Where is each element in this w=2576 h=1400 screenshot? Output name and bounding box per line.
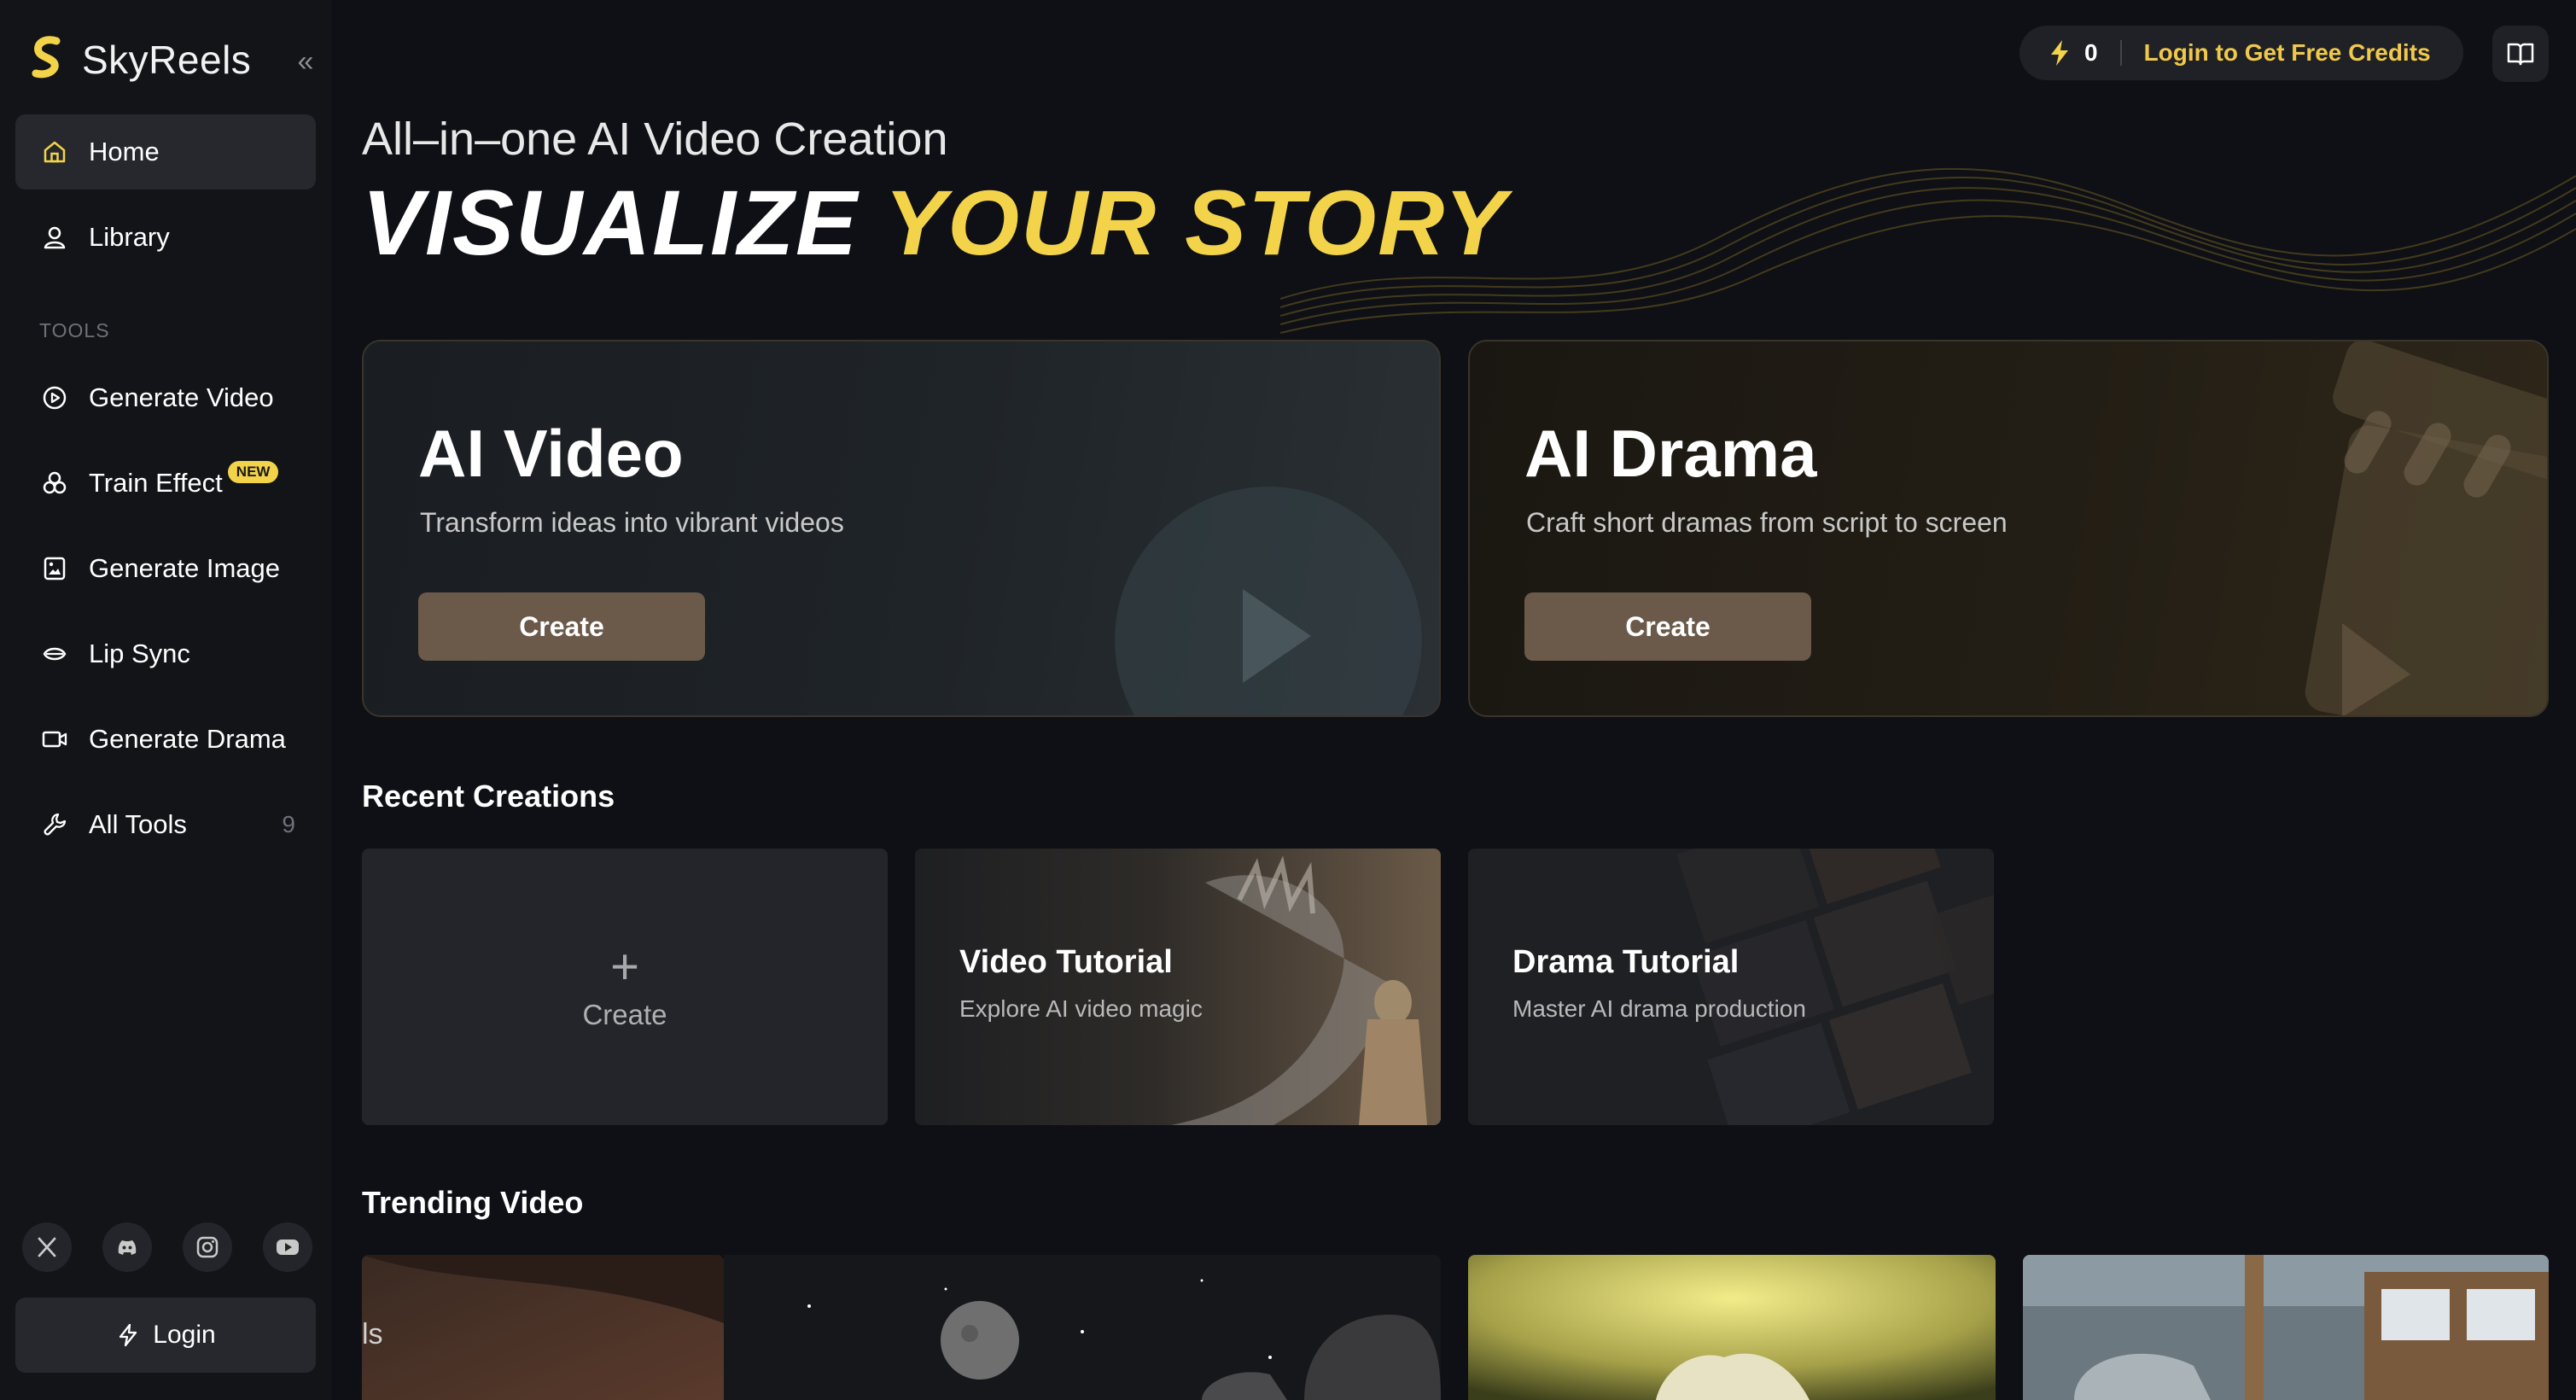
- trending-video-thumbnail[interactable]: [2023, 1255, 2549, 1400]
- login-button[interactable]: Login: [15, 1298, 316, 1373]
- lips-icon: [39, 639, 70, 669]
- bolt-icon: [119, 1323, 137, 1347]
- drama-collage-thumbnail: [1468, 849, 1994, 1125]
- card-subtitle: Explore AI video magic: [959, 995, 1203, 1022]
- card-title: Drama Tutorial: [1512, 944, 1740, 980]
- sidebar-item-lip-sync[interactable]: Lip Sync: [15, 616, 316, 691]
- instagram-icon[interactable]: [183, 1222, 232, 1272]
- ai-video-create-button[interactable]: Create: [418, 592, 705, 661]
- card-subtitle: Master AI drama production: [1512, 995, 1806, 1022]
- feature-description: Transform ideas into vibrant videos: [420, 507, 844, 538]
- sidebar-item-label: Generate Drama: [89, 724, 286, 754]
- camera-icon: [39, 724, 70, 755]
- sidebar-item-generate-image[interactable]: Generate Image: [15, 531, 316, 606]
- recent-creations-title: Recent Creations: [362, 779, 615, 814]
- feature-title: AI Video: [418, 416, 684, 491]
- ai-drama-create-button[interactable]: Create: [1524, 592, 1811, 661]
- ai-drama-card[interactable]: AI Drama Craft short dramas from script …: [1468, 340, 2549, 717]
- trend-thumb-1: [362, 1255, 724, 1400]
- tools-count: 9: [282, 811, 295, 837]
- home-icon: [39, 137, 70, 167]
- collapse-sidebar-icon[interactable]: «: [290, 46, 321, 77]
- create-label: Create: [582, 999, 667, 1030]
- feature-description: Craft short dramas from script to screen: [1526, 507, 2008, 538]
- sidebar: SkyReels « Home Library TOOLS Generate V…: [0, 0, 331, 1400]
- youtube-icon[interactable]: [263, 1222, 312, 1272]
- sidebar-item-library[interactable]: Library: [15, 200, 316, 275]
- image-icon: [39, 553, 70, 584]
- trending-video-thumbnail[interactable]: ls: [362, 1255, 724, 1400]
- skyreels-logo-icon: [32, 36, 61, 79]
- user-icon: [39, 222, 70, 253]
- trending-video-title: Trending Video: [362, 1185, 584, 1220]
- headline-gold: YOUR STORY: [884, 171, 1508, 274]
- sidebar-item-label: Lip Sync: [89, 639, 190, 668]
- video-tutorial-card[interactable]: Video Tutorial Explore AI video magic: [915, 849, 1441, 1125]
- credits-pill[interactable]: 0 Login to Get Free Credits: [2019, 26, 2463, 80]
- plus-icon: +: [610, 939, 639, 995]
- sidebar-item-all-tools[interactable]: All Tools 9: [15, 787, 316, 862]
- new-badge: NEW: [227, 461, 279, 483]
- discord-icon[interactable]: [102, 1222, 152, 1272]
- bolt-icon: [2051, 40, 2068, 66]
- train-effect-icon: [39, 468, 70, 499]
- sidebar-item-label: Library: [89, 222, 170, 252]
- social-links: [22, 1222, 312, 1272]
- headline-white: VISUALIZE: [362, 171, 885, 274]
- create-new-tile[interactable]: + Create: [362, 849, 888, 1125]
- drama-tutorial-card[interactable]: Drama Tutorial Master AI drama productio…: [1468, 849, 1994, 1125]
- partial-caption: ls: [362, 1318, 383, 1350]
- ai-video-card[interactable]: AI Video Transform ideas into vibrant vi…: [362, 340, 1441, 717]
- app-root: SkyReels « Home Library TOOLS Generate V…: [0, 0, 2576, 1400]
- sidebar-item-label: Generate Video: [89, 382, 274, 412]
- play-decoration-icon: [1115, 487, 1422, 715]
- sidebar-item-label: All Tools: [89, 809, 187, 839]
- hero-subtitle: All–in–one AI Video Creation: [362, 114, 948, 165]
- divider: [2119, 40, 2122, 66]
- sidebar-item-label: Train Effect: [89, 468, 223, 498]
- feature-title: AI Drama: [1524, 416, 1817, 491]
- sidebar-item-label: Generate Image: [89, 553, 281, 583]
- logo[interactable]: SkyReels: [31, 36, 251, 84]
- sidebar-item-generate-video[interactable]: Generate Video: [15, 360, 316, 435]
- trending-video-thumbnail[interactable]: [724, 1255, 1441, 1400]
- clapperboard-decoration-icon: [2305, 341, 2547, 715]
- sidebar-item-generate-drama[interactable]: Generate Drama: [15, 702, 316, 777]
- book-icon: [2507, 43, 2534, 66]
- trend-thumb-2: [724, 1255, 1441, 1400]
- wrench-icon: [39, 809, 70, 840]
- sidebar-item-label: Home: [89, 137, 160, 166]
- trend-thumb-3: [1468, 1255, 1996, 1400]
- tools-section-label: TOOLS: [39, 319, 110, 341]
- x-icon[interactable]: [22, 1222, 72, 1272]
- login-free-credits-link[interactable]: Login to Get Free Credits: [2144, 39, 2431, 67]
- docs-button[interactable]: [2492, 26, 2549, 82]
- trending-video-thumbnail[interactable]: [1468, 1255, 1996, 1400]
- trend-thumb-4: [2023, 1255, 2549, 1400]
- sidebar-item-train-effect[interactable]: Train Effect NEW: [15, 446, 316, 521]
- card-title: Video Tutorial: [959, 944, 1173, 980]
- credit-count: 0: [2084, 39, 2098, 66]
- sidebar-item-home[interactable]: Home: [15, 114, 316, 190]
- app-name: SkyReels: [82, 38, 252, 82]
- play-circle-icon: [39, 382, 70, 413]
- login-label: Login: [153, 1321, 216, 1349]
- dragon-thumbnail: [915, 849, 1441, 1125]
- hero-headline: VISUALIZE YOUR STORY: [362, 169, 1507, 276]
